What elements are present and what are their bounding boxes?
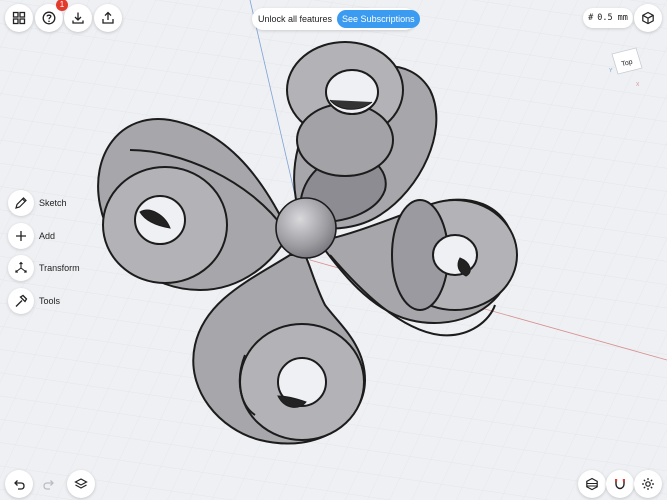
tool-add[interactable]: Add	[8, 222, 80, 249]
tool-transform[interactable]: Transform	[8, 255, 80, 281]
plus-icon	[16, 230, 26, 241]
magnet-icon	[615, 479, 625, 490]
tool-tools-label: Tools	[39, 295, 61, 306]
subscription-banner: Unlock all features See Subscriptions	[252, 8, 420, 30]
layers-icon	[74, 478, 88, 489]
tool-sketch[interactable]: Sketch	[8, 190, 80, 216]
spinner-hub[interactable]	[275, 197, 337, 259]
undo-icon	[14, 480, 25, 490]
home-button[interactable]	[5, 4, 33, 32]
snap-button[interactable]	[606, 470, 634, 498]
tool-tools[interactable]: Tools	[8, 287, 80, 314]
promo-text: Unlock all features	[258, 14, 333, 24]
grid-size-value: 0.5 mm	[597, 13, 628, 23]
import-button[interactable]	[64, 4, 92, 32]
grid-size-symbol: #	[588, 13, 594, 23]
view-cube[interactable]: Top Y X	[606, 46, 646, 90]
tool-transform-label: Transform	[39, 263, 80, 273]
pencil-icon	[15, 197, 27, 209]
hammer-icon	[15, 294, 28, 307]
export-button[interactable]	[94, 4, 122, 32]
gear-icon	[642, 478, 654, 490]
view-cube-y-label: Y	[609, 68, 613, 74]
viewport-canvas[interactable]	[0, 0, 667, 500]
grid-size-selector[interactable]: # 0.5 mm	[583, 8, 633, 28]
tool-add-label: Add	[39, 230, 56, 241]
transform-icon	[15, 261, 27, 273]
3d-viewport[interactable]	[0, 0, 667, 500]
display-mode-button[interactable]	[578, 470, 606, 498]
tool-sketch-label: Sketch	[39, 198, 67, 208]
question-icon	[42, 11, 56, 25]
layers-button[interactable]	[67, 470, 95, 498]
grid-icon	[12, 11, 26, 25]
display-mode-icon	[586, 477, 598, 491]
redo-icon	[43, 480, 54, 490]
download-icon	[72, 12, 84, 24]
see-subscriptions-button[interactable]: See Subscriptions	[337, 10, 420, 28]
tool-sidebar: Sketch Add Transform Tools	[8, 190, 80, 320]
help-button[interactable]: 1	[35, 0, 68, 32]
view-cube-x-label: X	[636, 82, 640, 88]
redo-button[interactable]	[35, 470, 63, 498]
view-mode-button[interactable]	[634, 4, 662, 32]
settings-button[interactable]	[634, 470, 662, 498]
undo-button[interactable]	[5, 470, 33, 498]
cube-view-icon	[642, 11, 654, 25]
share-icon	[102, 11, 114, 24]
